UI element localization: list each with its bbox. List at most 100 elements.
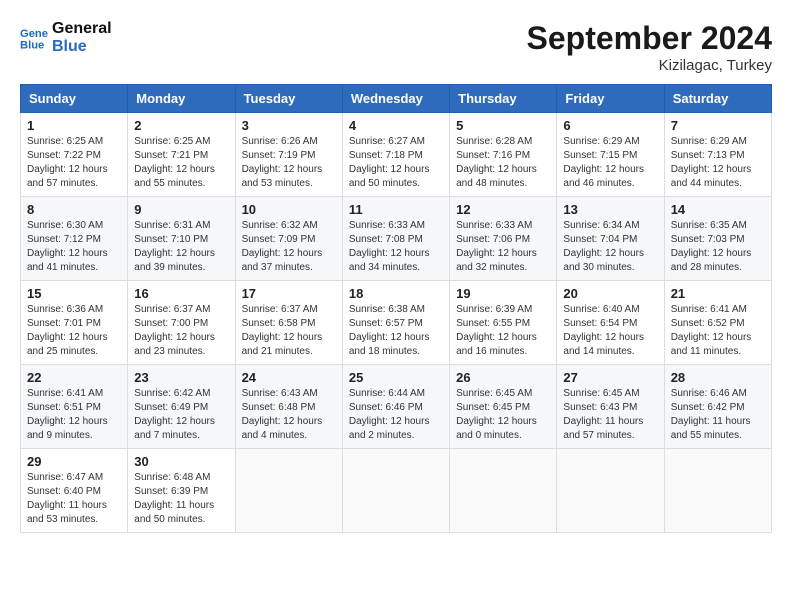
- calendar-cell: 4 Sunrise: 6:27 AM Sunset: 7:18 PM Daylig…: [342, 113, 449, 197]
- calendar-cell: 9Sunrise: 6:31 AM Sunset: 7:10 PM Daylig…: [128, 197, 235, 281]
- calendar-cell: 2 Sunrise: 6:25 AM Sunset: 7:21 PM Daylig…: [128, 113, 235, 197]
- cell-sun-info: Sunrise: 6:29 AM Sunset: 7:15 PM Dayligh…: [563, 135, 657, 191]
- cell-sun-info: Sunrise: 6:34 AM Sunset: 7:04 PM Dayligh…: [563, 219, 657, 275]
- calendar-cell: [664, 449, 771, 533]
- logo-general: General: [52, 20, 112, 38]
- calendar-cell: 13 Sunrise: 6:34 AM Sunset: 7:04 PM Dayli…: [557, 197, 664, 281]
- cell-sun-info: Sunrise: 6:39 AM Sunset: 6:55 PM Dayligh…: [456, 303, 550, 359]
- calendar-cell: 1 Sunrise: 6:25 AM Sunset: 7:22 PM Daylig…: [21, 113, 128, 197]
- calendar-cell: 30 Sunrise: 6:48 AM Sunset: 6:39 PM Dayli…: [128, 449, 235, 533]
- cell-sun-info: Sunrise: 6:33 AM Sunset: 7:06 PM Dayligh…: [456, 219, 550, 275]
- calendar-cell: 19 Sunrise: 6:39 AM Sunset: 6:55 PM Dayli…: [450, 281, 557, 365]
- day-number: 27: [563, 370, 657, 385]
- col-header-thursday: Thursday: [450, 85, 557, 113]
- calendar-cell: 26Sunrise: 6:45 AM Sunset: 6:45 PM Dayli…: [450, 365, 557, 449]
- day-number: 14: [671, 202, 765, 217]
- cell-sun-info: Sunrise: 6:41 AM Sunset: 6:52 PM Dayligh…: [671, 303, 765, 359]
- calendar-week-row: 29 Sunrise: 6:47 AM Sunset: 6:40 PM Dayli…: [21, 449, 772, 533]
- logo-blue: Blue: [52, 38, 112, 56]
- calendar-cell: [235, 449, 342, 533]
- calendar-header-row: SundayMondayTuesdayWednesdayThursdayFrid…: [21, 85, 772, 113]
- cell-sun-info: Sunrise: 6:38 AM Sunset: 6:57 PM Dayligh…: [349, 303, 443, 359]
- calendar-cell: 14 Sunrise: 6:35 AM Sunset: 7:03 PM Dayli…: [664, 197, 771, 281]
- day-number: 30: [134, 454, 228, 469]
- col-header-tuesday: Tuesday: [235, 85, 342, 113]
- day-number: 6: [563, 118, 657, 133]
- calendar-cell: 20Sunrise: 6:40 AM Sunset: 6:54 PM Dayli…: [557, 281, 664, 365]
- cell-sun-info: Sunrise: 6:29 AM Sunset: 7:13 PM Dayligh…: [671, 135, 765, 191]
- day-number: 22: [27, 370, 121, 385]
- day-number: 13: [563, 202, 657, 217]
- col-header-saturday: Saturday: [664, 85, 771, 113]
- calendar-cell: 10 Sunrise: 6:32 AM Sunset: 7:09 PM Dayli…: [235, 197, 342, 281]
- cell-sun-info: Sunrise: 6:47 AM Sunset: 6:40 PM Dayligh…: [27, 471, 121, 527]
- day-number: 5: [456, 118, 550, 133]
- day-number: 2: [134, 118, 228, 133]
- day-number: 17: [242, 286, 336, 301]
- logo-icon: General Blue: [20, 24, 48, 52]
- cell-sun-info: Sunrise: 6:25 AM Sunset: 7:22 PM Dayligh…: [27, 135, 121, 191]
- cell-sun-info: Sunrise: 6:33 AM Sunset: 7:08 PM Dayligh…: [349, 219, 443, 275]
- day-number: 3: [242, 118, 336, 133]
- cell-sun-info: Sunrise: 6:31 AM Sunset: 7:10 PM Dayligh…: [134, 219, 228, 275]
- day-number: 28: [671, 370, 765, 385]
- col-header-friday: Friday: [557, 85, 664, 113]
- calendar-cell: 18 Sunrise: 6:38 AM Sunset: 6:57 PM Dayli…: [342, 281, 449, 365]
- day-number: 18: [349, 286, 443, 301]
- page-header: General Blue General Blue September 2024…: [20, 20, 772, 74]
- cell-sun-info: Sunrise: 6:41 AM Sunset: 6:51 PM Dayligh…: [27, 387, 121, 443]
- calendar-cell: 24 Sunrise: 6:43 AM Sunset: 6:48 PM Dayli…: [235, 365, 342, 449]
- location: Kizilagac, Turkey: [527, 57, 772, 74]
- cell-sun-info: Sunrise: 6:45 AM Sunset: 6:45 PM Dayligh…: [456, 387, 550, 443]
- svg-text:Blue: Blue: [20, 39, 44, 51]
- calendar-table: SundayMondayTuesdayWednesdayThursdayFrid…: [20, 84, 772, 533]
- calendar-cell: 28 Sunrise: 6:46 AM Sunset: 6:42 PM Dayli…: [664, 365, 771, 449]
- cell-sun-info: Sunrise: 6:42 AM Sunset: 6:49 PM Dayligh…: [134, 387, 228, 443]
- cell-sun-info: Sunrise: 6:37 AM Sunset: 7:00 PM Dayligh…: [134, 303, 228, 359]
- calendar-cell: 17 Sunrise: 6:37 AM Sunset: 6:58 PM Dayli…: [235, 281, 342, 365]
- day-number: 1: [27, 118, 121, 133]
- day-number: 4: [349, 118, 443, 133]
- calendar-cell: 29 Sunrise: 6:47 AM Sunset: 6:40 PM Dayli…: [21, 449, 128, 533]
- calendar-cell: 21Sunrise: 6:41 AM Sunset: 6:52 PM Dayli…: [664, 281, 771, 365]
- cell-sun-info: Sunrise: 6:27 AM Sunset: 7:18 PM Dayligh…: [349, 135, 443, 191]
- cell-sun-info: Sunrise: 6:40 AM Sunset: 6:54 PM Dayligh…: [563, 303, 657, 359]
- col-header-sunday: Sunday: [21, 85, 128, 113]
- calendar-cell: 27 Sunrise: 6:45 AM Sunset: 6:43 PM Dayli…: [557, 365, 664, 449]
- col-header-wednesday: Wednesday: [342, 85, 449, 113]
- day-number: 10: [242, 202, 336, 217]
- calendar-week-row: 15Sunrise: 6:36 AM Sunset: 7:01 PM Dayli…: [21, 281, 772, 365]
- calendar-cell: 25Sunrise: 6:44 AM Sunset: 6:46 PM Dayli…: [342, 365, 449, 449]
- day-number: 29: [27, 454, 121, 469]
- cell-sun-info: Sunrise: 6:37 AM Sunset: 6:58 PM Dayligh…: [242, 303, 336, 359]
- cell-sun-info: Sunrise: 6:43 AM Sunset: 6:48 PM Dayligh…: [242, 387, 336, 443]
- logo: General Blue General Blue: [20, 20, 112, 55]
- svg-text:General: General: [20, 28, 48, 40]
- calendar-cell: 5Sunrise: 6:28 AM Sunset: 7:16 PM Daylig…: [450, 113, 557, 197]
- col-header-monday: Monday: [128, 85, 235, 113]
- calendar-cell: 8Sunrise: 6:30 AM Sunset: 7:12 PM Daylig…: [21, 197, 128, 281]
- day-number: 15: [27, 286, 121, 301]
- cell-sun-info: Sunrise: 6:25 AM Sunset: 7:21 PM Dayligh…: [134, 135, 228, 191]
- cell-sun-info: Sunrise: 6:45 AM Sunset: 6:43 PM Dayligh…: [563, 387, 657, 443]
- cell-sun-info: Sunrise: 6:32 AM Sunset: 7:09 PM Dayligh…: [242, 219, 336, 275]
- month-title: September 2024: [527, 20, 772, 57]
- cell-sun-info: Sunrise: 6:48 AM Sunset: 6:39 PM Dayligh…: [134, 471, 228, 527]
- day-number: 8: [27, 202, 121, 217]
- calendar-cell: [557, 449, 664, 533]
- calendar-cell: 11Sunrise: 6:33 AM Sunset: 7:08 PM Dayli…: [342, 197, 449, 281]
- day-number: 23: [134, 370, 228, 385]
- day-number: 16: [134, 286, 228, 301]
- calendar-week-row: 8Sunrise: 6:30 AM Sunset: 7:12 PM Daylig…: [21, 197, 772, 281]
- calendar-week-row: 1 Sunrise: 6:25 AM Sunset: 7:22 PM Daylig…: [21, 113, 772, 197]
- calendar-cell: 15Sunrise: 6:36 AM Sunset: 7:01 PM Dayli…: [21, 281, 128, 365]
- day-number: 19: [456, 286, 550, 301]
- cell-sun-info: Sunrise: 6:44 AM Sunset: 6:46 PM Dayligh…: [349, 387, 443, 443]
- cell-sun-info: Sunrise: 6:26 AM Sunset: 7:19 PM Dayligh…: [242, 135, 336, 191]
- calendar-week-row: 22 Sunrise: 6:41 AM Sunset: 6:51 PM Dayli…: [21, 365, 772, 449]
- calendar-cell: 23 Sunrise: 6:42 AM Sunset: 6:49 PM Dayli…: [128, 365, 235, 449]
- day-number: 24: [242, 370, 336, 385]
- cell-sun-info: Sunrise: 6:35 AM Sunset: 7:03 PM Dayligh…: [671, 219, 765, 275]
- calendar-cell: 7Sunrise: 6:29 AM Sunset: 7:13 PM Daylig…: [664, 113, 771, 197]
- cell-sun-info: Sunrise: 6:46 AM Sunset: 6:42 PM Dayligh…: [671, 387, 765, 443]
